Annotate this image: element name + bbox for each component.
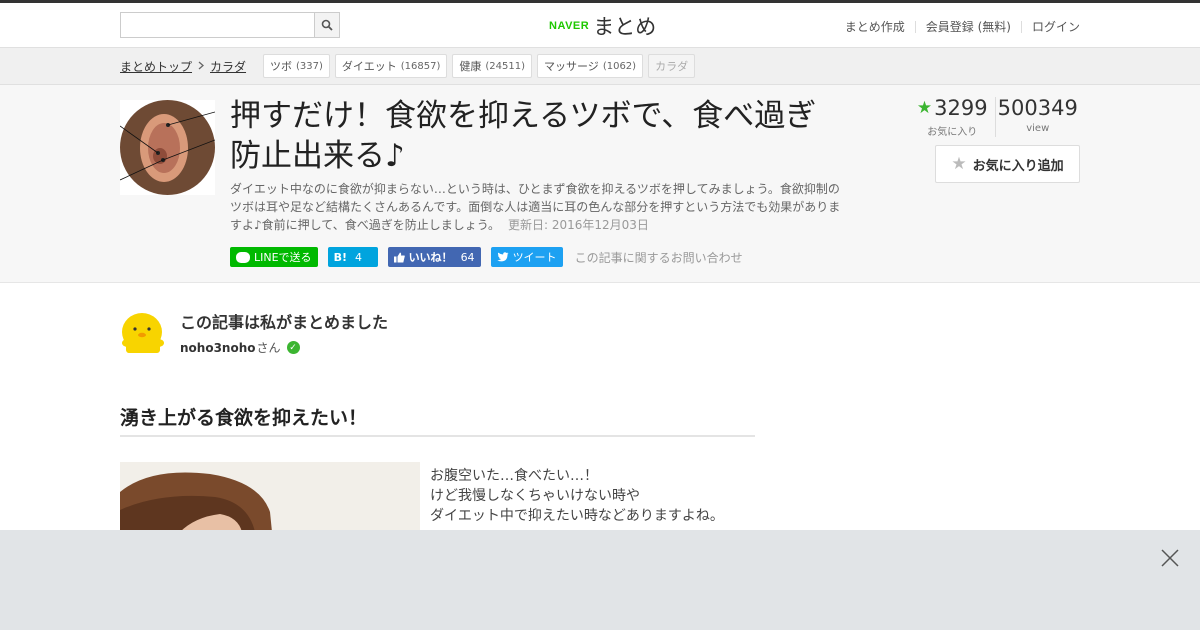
section-body: お腹空いた…食べたい…！ けど我慢しなくちゃいけない時や ダイエット中で抑えたい…	[430, 466, 724, 526]
line-icon	[236, 251, 250, 263]
star-icon: ★	[951, 154, 967, 174]
tag-list: ツボ (337) ダイエット (16857) 健康 (24511) マッサージ (106…	[263, 54, 700, 78]
search-box	[120, 12, 340, 38]
views-count: 500349	[997, 96, 1078, 120]
top-nav: まとめ作成 会員登録 (無料) ログイン	[845, 18, 1080, 35]
chevron-right-icon	[198, 60, 205, 73]
tweet-label: ツイート	[512, 251, 557, 264]
hatena-count: 4	[354, 250, 362, 264]
naver-logo-text: NAVER	[549, 20, 590, 32]
tag-count: (16857)	[400, 60, 441, 72]
facebook-like-icon	[393, 252, 405, 262]
top-bar: NAVER まとめ まとめ作成 会員登録 (無料) ログイン	[0, 0, 1200, 48]
add-favorite-label: お気に入り追加	[972, 158, 1064, 174]
article-photo[interactable]	[120, 462, 420, 532]
body-line: ダイエット中で抑えたい時などありますよね。	[430, 508, 724, 524]
body-line: お腹空いた…食べたい…！	[430, 468, 598, 484]
breadcrumb: まとめトップ カラダ	[120, 58, 246, 75]
hatena-icon: B!	[333, 250, 347, 264]
views-label: view	[1026, 123, 1050, 134]
article-stats: ★ 3299 お気に入り 500349 view	[910, 96, 1081, 138]
tag-label: ダイエット	[341, 60, 397, 73]
search-icon	[321, 19, 333, 31]
author-block: この記事は私がまとめました noho3noho さん ✓	[120, 308, 620, 358]
favorites-count: 3299	[934, 96, 988, 120]
breadcrumb-category[interactable]: カラダ	[210, 58, 246, 75]
facebook-like-button[interactable]: いいね！ 64	[387, 247, 481, 267]
tag-count: (1062)	[602, 60, 637, 72]
check-icon: ✓	[286, 341, 300, 354]
tag-label: マッサージ	[544, 60, 599, 73]
line-share-button[interactable]: LINEで送る	[230, 247, 318, 267]
search-button[interactable]	[314, 13, 339, 37]
author-name: noho3noho さん ✓	[180, 339, 300, 356]
author-suffix: さん	[256, 341, 281, 355]
share-buttons: LINEで送る B! 4 いいね！ 64 ツイート この記事に関するお問い合わせ	[230, 247, 743, 267]
breadcrumb-bar: まとめトップ カラダ ツボ (337) ダイエット (16857) 健康 (24511…	[0, 48, 1200, 85]
close-icon[interactable]	[1160, 548, 1180, 568]
page-title: 押すだけ！食欲を抑えるツボで、食べ過ぎ防止出来る♪	[230, 98, 817, 174]
tag-health[interactable]: 健康 (24511)	[452, 54, 533, 78]
tag-diet[interactable]: ダイエット (16857)	[334, 54, 448, 78]
tweet-button[interactable]: ツイート	[490, 247, 563, 267]
favorites-label: お気に入り	[927, 127, 978, 138]
ad-overlay	[0, 530, 1200, 630]
body-line: けど我慢しなくちゃいけない時や	[430, 488, 640, 504]
search-input[interactable]	[121, 13, 315, 37]
article-header: 押すだけ！食欲を抑えるツボで、食べ過ぎ防止出来る♪ ダイエット中なのに食欲が抑ま…	[0, 85, 1200, 283]
twitter-icon	[496, 252, 509, 262]
register-link[interactable]: 会員登録 (無料)	[926, 18, 1011, 35]
tag-count: (24511)	[485, 60, 526, 72]
tag-karada: カラダ	[648, 54, 696, 78]
divider	[1020, 20, 1022, 33]
add-favorite-button[interactable]: ★ お気に入り追加	[935, 145, 1080, 183]
matome-logo-text: まとめ	[593, 15, 657, 39]
favorites-stat: ★ 3299 お気に入り	[910, 96, 996, 138]
section-heading: 湧き上がる食欲を抑えたい！	[120, 403, 755, 437]
login-link[interactable]: ログイン	[1032, 18, 1080, 35]
tag-massage[interactable]: マッサージ (1062)	[537, 54, 644, 78]
article-description: ダイエット中なのに食欲が抑まらない…という時は、ひとまず食欲を抑えるツボを押して…	[230, 180, 850, 234]
star-icon: ★	[916, 98, 933, 118]
hatena-bookmark-button[interactable]: B! 4	[327, 247, 378, 267]
breadcrumb-home[interactable]: まとめトップ	[120, 58, 192, 75]
article-thumbnail[interactable]	[120, 100, 215, 195]
woman-photo-image	[120, 462, 420, 532]
inquiry-link[interactable]: この記事に関するお問い合わせ	[575, 249, 743, 266]
author-username[interactable]: noho3noho	[180, 341, 256, 355]
tag-count: (337)	[296, 60, 323, 72]
create-matome-link[interactable]: まとめ作成	[845, 18, 905, 35]
divider	[914, 20, 916, 33]
facebook-like-label: いいね！	[408, 251, 453, 264]
tag-tsubo[interactable]: ツボ (337)	[263, 54, 330, 78]
author-heading: この記事は私がまとめました	[180, 313, 389, 332]
tag-label: カラダ	[655, 60, 689, 73]
ear-acupoint-image	[120, 100, 215, 195]
line-share-label: LINEで送る	[254, 251, 312, 264]
tag-label: 健康	[459, 60, 482, 73]
avatar[interactable]	[120, 308, 166, 354]
site-logo[interactable]: NAVER まとめ	[549, 12, 656, 40]
facebook-like-count: 64	[460, 250, 475, 264]
tag-label: ツボ	[270, 60, 292, 73]
views-stat: 500349 view	[996, 97, 1081, 137]
updated-date: 更新日: 2016年12月03日	[507, 218, 649, 232]
